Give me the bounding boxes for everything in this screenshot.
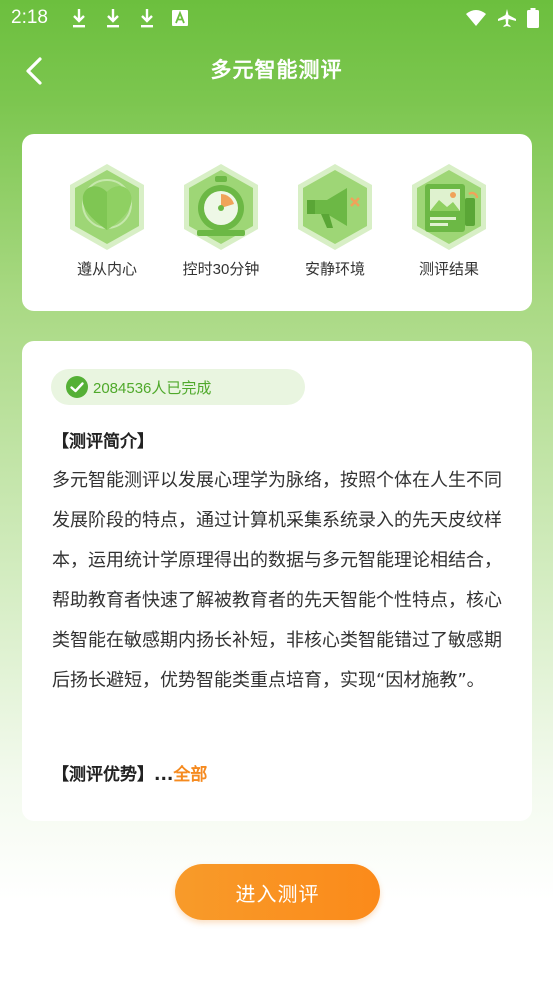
airplane-icon — [498, 9, 516, 27]
feature-label: 测评结果 — [418, 261, 479, 278]
completed-badge: 2084536人已完成 — [51, 369, 305, 405]
download-icon — [73, 9, 85, 28]
app-bar: 多元智能测评 — [0, 38, 553, 102]
features-card: 遵从内心 控时30分钟 安静环境 测评结果 — [22, 134, 532, 311]
intro-title: 【测评简介】 — [52, 432, 154, 452]
wifi-icon — [466, 10, 486, 26]
a-box-icon — [172, 10, 188, 26]
megaphone-icon — [298, 164, 372, 250]
completed-count: 2084536人已完成 — [93, 379, 212, 397]
feature-label: 遵从内心 — [76, 261, 137, 278]
battery-icon — [527, 8, 539, 28]
show-all-link[interactable]: 全部 — [173, 760, 207, 785]
status-bar: 2:18 — [0, 0, 553, 38]
advantage-row: 【测评优势】 ... 全部 — [52, 760, 207, 785]
feature-item-follow-heart: 遵从内心 — [52, 162, 162, 279]
download-icon — [141, 9, 153, 28]
stopwatch-icon — [184, 164, 258, 250]
feature-label: 安静环境 — [304, 261, 365, 278]
intro-card: 2084536人已完成 【测评简介】 多元智能测评以发展心理学为脉络，按照个体在… — [22, 341, 532, 821]
feature-item-result: 测评结果 — [394, 162, 504, 279]
heart-icon — [70, 164, 144, 250]
report-icon — [412, 164, 486, 250]
check-circle-icon — [66, 376, 88, 398]
status-time: 2:18 — [11, 7, 48, 28]
feature-item-quiet-env: 安静环境 — [280, 162, 390, 279]
feature-item-time-limit: 控时30分钟 — [166, 162, 276, 279]
page-title: 多元智能测评 — [210, 58, 343, 82]
download-icon — [107, 9, 119, 28]
advantage-title: 【测评优势】 — [52, 765, 154, 785]
enter-assessment-button[interactable]: 进入测评 — [175, 864, 380, 920]
advantage-ellipsis: ... — [154, 765, 174, 785]
intro-body: 多元智能测评以发展心理学为脉络，按照个体在人生不同发展阶段的特点，通过计算机采集… — [52, 470, 502, 691]
feature-label: 控时30分钟 — [182, 261, 260, 278]
